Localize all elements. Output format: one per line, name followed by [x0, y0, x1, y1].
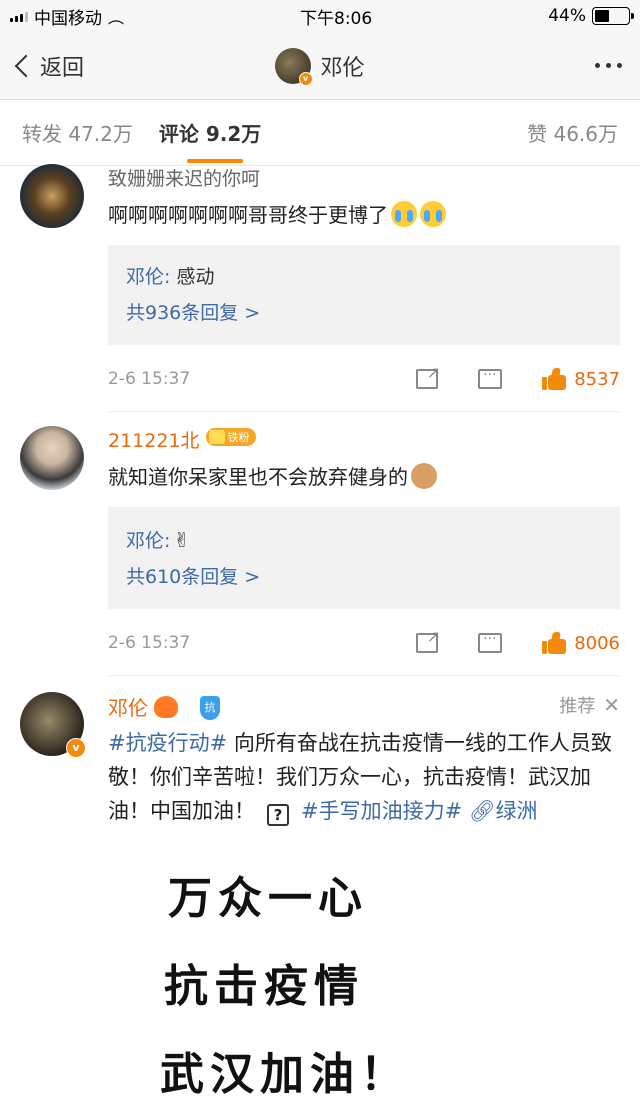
signal-icon	[10, 10, 28, 22]
comment-text: 就知道你呆家里也不会放弃健身的	[108, 461, 620, 493]
wifi-icon: ︵	[108, 8, 125, 27]
reply-text: 感动	[170, 266, 215, 288]
comment-author[interactable]: 211221北 铁粉	[108, 426, 620, 453]
oasis-link[interactable]: 绿洲	[496, 799, 538, 823]
link-icon: 🔗︎	[468, 798, 496, 823]
more-button[interactable]	[595, 63, 622, 68]
post-text: #抗疫行动# 向所有奋战在抗击疫情一线的工作人员致敬！你们辛苦啦！我们万众一心，…	[108, 727, 620, 828]
back-button[interactable]: 返回	[14, 50, 85, 82]
reply-text: ✌	[173, 528, 191, 553]
reply-icon[interactable]	[478, 367, 503, 390]
comment-author[interactable]: 致姗姗来迟的你呵	[108, 164, 620, 191]
comment-author-name: 211221北	[108, 430, 200, 453]
comment-text-content: 啊啊啊啊啊啊啊哥哥终于更博了	[108, 203, 388, 227]
recommend-label: 推荐 ✕	[559, 692, 620, 718]
status-left: 中国移动 ︵	[10, 4, 124, 29]
cat-emoji-icon	[411, 463, 437, 490]
like-button[interactable]: 8006	[542, 632, 620, 655]
share-icon[interactable]	[416, 363, 440, 390]
status-right: 44%	[548, 6, 634, 26]
avatar[interactable]: v	[20, 692, 86, 759]
crying-emoji-icon	[391, 201, 417, 227]
back-label: 返回	[40, 55, 85, 81]
page-title: 邓伦	[320, 55, 365, 81]
avatar[interactable]	[20, 426, 84, 491]
carrier: 中国移动	[34, 8, 102, 29]
chevron-left-icon	[14, 54, 38, 77]
thumbs-up-icon	[542, 368, 567, 391]
thumbs-up-icon	[542, 632, 567, 655]
avatar[interactable]	[20, 164, 84, 228]
more-replies-link[interactable]: 共610条回复 >	[126, 559, 602, 595]
shield-badge-icon: 抗	[200, 696, 220, 721]
handwriting-line: 抗击疫情	[164, 961, 364, 1013]
reply-icon[interactable]	[478, 631, 503, 654]
reply-author[interactable]: 邓伦:	[126, 530, 170, 552]
avatar: v	[274, 47, 313, 86]
tab-bar: 转发 47.2万 评论 9.2万 赞 46.6万	[0, 100, 640, 166]
comment-text-content: 就知道你呆家里也不会放弃健身的	[108, 465, 408, 490]
post-image[interactable]: 万众一心 抗击疫情 武汉加油！	[108, 842, 500, 1102]
crown-icon	[208, 430, 225, 445]
battery-icon	[592, 7, 634, 25]
comment-time: 2-6 15:37	[108, 369, 191, 390]
hashtag-link[interactable]: #手写加油接力#	[301, 799, 462, 823]
verified-icon: v	[298, 71, 313, 86]
close-icon[interactable]: ✕	[603, 693, 620, 717]
fan-badge-label: 铁粉	[227, 431, 250, 445]
reply-author[interactable]: 邓伦:	[126, 266, 170, 288]
more-replies-link[interactable]: 共936条回复 >	[126, 295, 602, 331]
nav-bar: 返回 v 邓伦	[0, 32, 640, 100]
fan-badge: 铁粉	[205, 428, 256, 447]
share-icon[interactable]	[416, 627, 440, 654]
tab-likes[interactable]: 赞 46.6万	[527, 118, 618, 147]
verified-icon: v	[66, 738, 86, 759]
comment-footer: 2-6 15:37 8537	[108, 363, 620, 395]
battery-percent: 44%	[548, 6, 586, 26]
hashtag-link[interactable]: #抗疫行动#	[108, 731, 227, 755]
comment-text: 啊啊啊啊啊啊啊哥哥终于更博了	[108, 199, 620, 231]
like-count: 8537	[574, 368, 620, 390]
post-author[interactable]: 邓伦 抗	[108, 692, 620, 721]
crying-emoji-icon	[420, 201, 446, 227]
like-button[interactable]: 8537	[542, 368, 620, 391]
like-count: 8006	[574, 632, 620, 654]
handwriting-line: 万众一心	[168, 873, 368, 925]
comment-time: 2-6 15:37	[108, 633, 191, 654]
recommend-text: 推荐	[559, 696, 596, 718]
clock: 下午8:06	[300, 8, 373, 29]
reply-box[interactable]: 邓伦: 感动 共936条回复 >	[108, 245, 620, 346]
tab-repost[interactable]: 转发 47.2万	[22, 118, 133, 147]
comment-item: 致姗姗来迟的你呵 啊啊啊啊啊啊啊哥哥终于更博了 邓伦: 感动 共936条回复 >…	[0, 164, 640, 413]
question-icon: ?	[267, 803, 289, 826]
comment-item: 211221北 铁粉 就知道你呆家里也不会放弃健身的 邓伦: ✌ 共610条回复 >…	[0, 412, 640, 677]
status-bar: 中国移动 ︵ 下午8:06 44%	[0, 0, 640, 32]
reply-box[interactable]: 邓伦: ✌ 共610条回复 >	[108, 507, 620, 610]
heart-badge-icon	[154, 696, 178, 719]
handwriting-line: 武汉加油！	[160, 1049, 410, 1101]
nav-title[interactable]: v 邓伦	[274, 47, 365, 86]
comment-footer: 2-6 15:37 8006	[108, 627, 620, 659]
recommended-post: 推荐 ✕ v 邓伦 抗 #抗疫行动# 向所有奋战在抗击疫情一线的工作人员致敬！你们…	[0, 676, 640, 1102]
post-author-name: 邓伦	[108, 696, 148, 721]
tab-comments[interactable]: 评论 9.2万	[159, 118, 261, 163]
